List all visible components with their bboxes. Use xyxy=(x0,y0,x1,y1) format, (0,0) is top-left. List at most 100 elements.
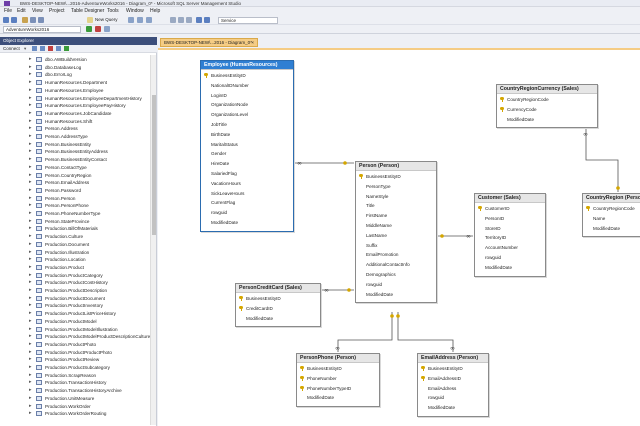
table-customer[interactable]: Customer (Sales) CustomerID PersonID StoreI… xyxy=(474,193,546,277)
tree-item[interactable]: ▸ Production.ProductListPriceHistory xyxy=(0,310,150,317)
tree-item[interactable]: ▸ Production.Illustration xyxy=(0,249,150,256)
disconnect-icon[interactable] xyxy=(40,46,45,51)
tree-item[interactable]: ▸ Person.BusinessEntityContact xyxy=(0,156,150,163)
column-row[interactable]: MaritalStatus xyxy=(201,140,293,150)
menu-project[interactable]: Project xyxy=(49,8,65,14)
tree-item[interactable]: ▸ Production.ScrapReason xyxy=(0,372,150,379)
expand-icon[interactable]: ▸ xyxy=(29,333,33,340)
expand-icon[interactable]: ▸ xyxy=(29,241,33,248)
tree-item[interactable]: ▸ HumanResources.EmployeePayHistory xyxy=(0,102,150,109)
column-row[interactable]: SickLeaveHours xyxy=(201,189,293,199)
column-row[interactable]: VacationHours xyxy=(201,179,293,189)
column-row[interactable]: CurrentFlag xyxy=(201,198,293,208)
table-title[interactable]: CountryRegion (Person) xyxy=(583,194,640,203)
table-title[interactable]: PersonPhone (Person) xyxy=(297,354,379,363)
connect-object-icon[interactable] xyxy=(32,46,37,51)
expand-icon[interactable]: ▸ xyxy=(29,379,33,386)
tree-item[interactable]: ▸ Production.Product xyxy=(0,264,150,271)
tree-item[interactable]: ▸ Production.Document xyxy=(0,241,150,248)
new-query-button[interactable]: New Query xyxy=(95,17,118,22)
expand-icon[interactable]: ▸ xyxy=(29,133,33,140)
parse-icon[interactable] xyxy=(104,26,110,32)
table-pcc[interactable]: PersonCreditCard (Sales) BusinessEntityID… xyxy=(235,283,321,328)
expand-icon[interactable]: ▸ xyxy=(29,372,33,379)
tree-item[interactable]: ▸ Production.WorkOrder xyxy=(0,403,150,410)
column-row[interactable]: TerritoryID xyxy=(475,233,545,243)
expand-icon[interactable]: ▸ xyxy=(29,264,33,271)
close-tab-icon[interactable]: × xyxy=(251,39,254,46)
stop-icon[interactable] xyxy=(48,46,53,51)
menu-view[interactable]: View xyxy=(32,8,43,14)
expand-icon[interactable]: ▸ xyxy=(29,395,33,402)
tree-item[interactable]: ▸ Person.Address xyxy=(0,125,150,132)
tree-item[interactable]: ▸ Production.UnitMeasure xyxy=(0,395,150,402)
tree-item[interactable]: ▸ dbo.AWBuildVersion xyxy=(0,56,150,63)
column-row[interactable]: rowguid xyxy=(475,253,545,263)
column-row[interactable]: CountryRegionCode xyxy=(497,95,597,105)
expand-icon[interactable]: ▸ xyxy=(29,118,33,125)
refresh-icon[interactable] xyxy=(64,46,69,51)
expand-icon[interactable]: ▸ xyxy=(29,287,33,294)
tree-item[interactable]: ▸ Production.BillOfMaterials xyxy=(0,225,150,232)
column-row[interactable]: AdditionalContactInfo xyxy=(356,260,436,270)
column-row[interactable]: JobTitle xyxy=(201,120,293,130)
tree-item[interactable]: ▸ Production.ProductModelProductDescripti… xyxy=(0,333,150,340)
column-row[interactable]: PhoneNumber xyxy=(297,374,379,384)
menu-edit[interactable]: Edit xyxy=(17,8,26,14)
column-row[interactable]: BusinessEntityID xyxy=(297,364,379,374)
expand-icon[interactable]: ▸ xyxy=(29,387,33,394)
table-title[interactable]: Customer (Sales) xyxy=(475,194,545,203)
object-explorer-scrollbar[interactable] xyxy=(150,55,156,425)
tree-item[interactable]: ▸ Production.ProductDescription xyxy=(0,287,150,294)
tree-item[interactable]: ▸ HumanResources.JobCandidate xyxy=(0,110,150,117)
menu-tools[interactable]: Tools xyxy=(107,8,119,14)
tree-item[interactable]: ▸ Production.ProductCostHistory xyxy=(0,279,150,286)
expand-icon[interactable]: ▸ xyxy=(29,310,33,317)
expand-icon[interactable]: ▸ xyxy=(29,218,33,225)
paste-icon[interactable] xyxy=(186,17,192,23)
expand-icon[interactable]: ▸ xyxy=(29,318,33,325)
tree-item[interactable]: ▸ HumanResources.EmployeeDepartmentHistor… xyxy=(0,95,150,102)
new-query-icon[interactable] xyxy=(87,17,93,23)
column-row[interactable]: BusinessEntityID xyxy=(236,294,320,304)
tree-item[interactable]: ▸ Person.CountryRegion xyxy=(0,172,150,179)
column-row[interactable]: SalariedFlag xyxy=(201,169,293,179)
expand-icon[interactable]: ▸ xyxy=(29,279,33,286)
column-row[interactable]: HireDate xyxy=(201,159,293,169)
dmx-query-icon[interactable] xyxy=(146,17,152,23)
column-row[interactable]: NationalIDNumber xyxy=(201,81,293,91)
tree-item[interactable]: ▸ Production.TransactionHistory xyxy=(0,379,150,386)
expand-icon[interactable]: ▸ xyxy=(29,56,33,63)
expand-icon[interactable]: ▸ xyxy=(29,148,33,155)
column-row[interactable]: CustomerID xyxy=(475,204,545,214)
expand-icon[interactable]: ▸ xyxy=(29,202,33,209)
column-row[interactable]: OrganizationNode xyxy=(201,100,293,110)
expand-icon[interactable]: ▸ xyxy=(29,141,33,148)
column-row[interactable]: EmailAddress xyxy=(418,384,488,394)
search-input[interactable]: Service xyxy=(218,17,278,24)
column-row[interactable]: Demographics xyxy=(356,270,436,280)
tree-item[interactable]: ▸ Production.ProductModelIllustration xyxy=(0,326,150,333)
menu-table-designer[interactable]: Table Designer xyxy=(71,8,104,14)
column-row[interactable]: CreditCardID xyxy=(236,304,320,314)
column-row[interactable]: Title xyxy=(356,201,436,211)
column-row[interactable]: BusinessEntityID xyxy=(356,172,436,182)
undo-icon[interactable] xyxy=(196,17,202,23)
expand-icon[interactable]: ▸ xyxy=(29,187,33,194)
expand-icon[interactable]: ▸ xyxy=(29,64,33,71)
column-row[interactable]: NameStyle xyxy=(356,192,436,202)
tree-item[interactable]: ▸ Production.ProductCategory xyxy=(0,272,150,279)
cut-icon[interactable] xyxy=(170,17,176,23)
tree-item[interactable]: ▸ Person.PhoneNumberType xyxy=(0,210,150,217)
column-row[interactable]: ModifiedDate xyxy=(297,393,379,403)
tree-item[interactable]: ▸ Person.PersonPhone xyxy=(0,202,150,209)
tree-item[interactable]: ▸ Production.ProductProductPhoto xyxy=(0,349,150,356)
tree-item[interactable]: ▸ Person.EmailAddress xyxy=(0,179,150,186)
tree-item[interactable]: ▸ HumanResources.Employee xyxy=(0,87,150,94)
column-row[interactable]: ModifiedDate xyxy=(583,224,640,234)
tree-item[interactable]: ▸ Production.WorkOrderRouting xyxy=(0,410,150,417)
connect-dropdown-icon[interactable]: ▾ xyxy=(24,46,26,52)
back-icon[interactable] xyxy=(3,17,9,23)
available-databases-select[interactable]: AdventureWorks2016 xyxy=(3,26,81,33)
column-row[interactable]: CountryRegionCode xyxy=(583,204,640,214)
